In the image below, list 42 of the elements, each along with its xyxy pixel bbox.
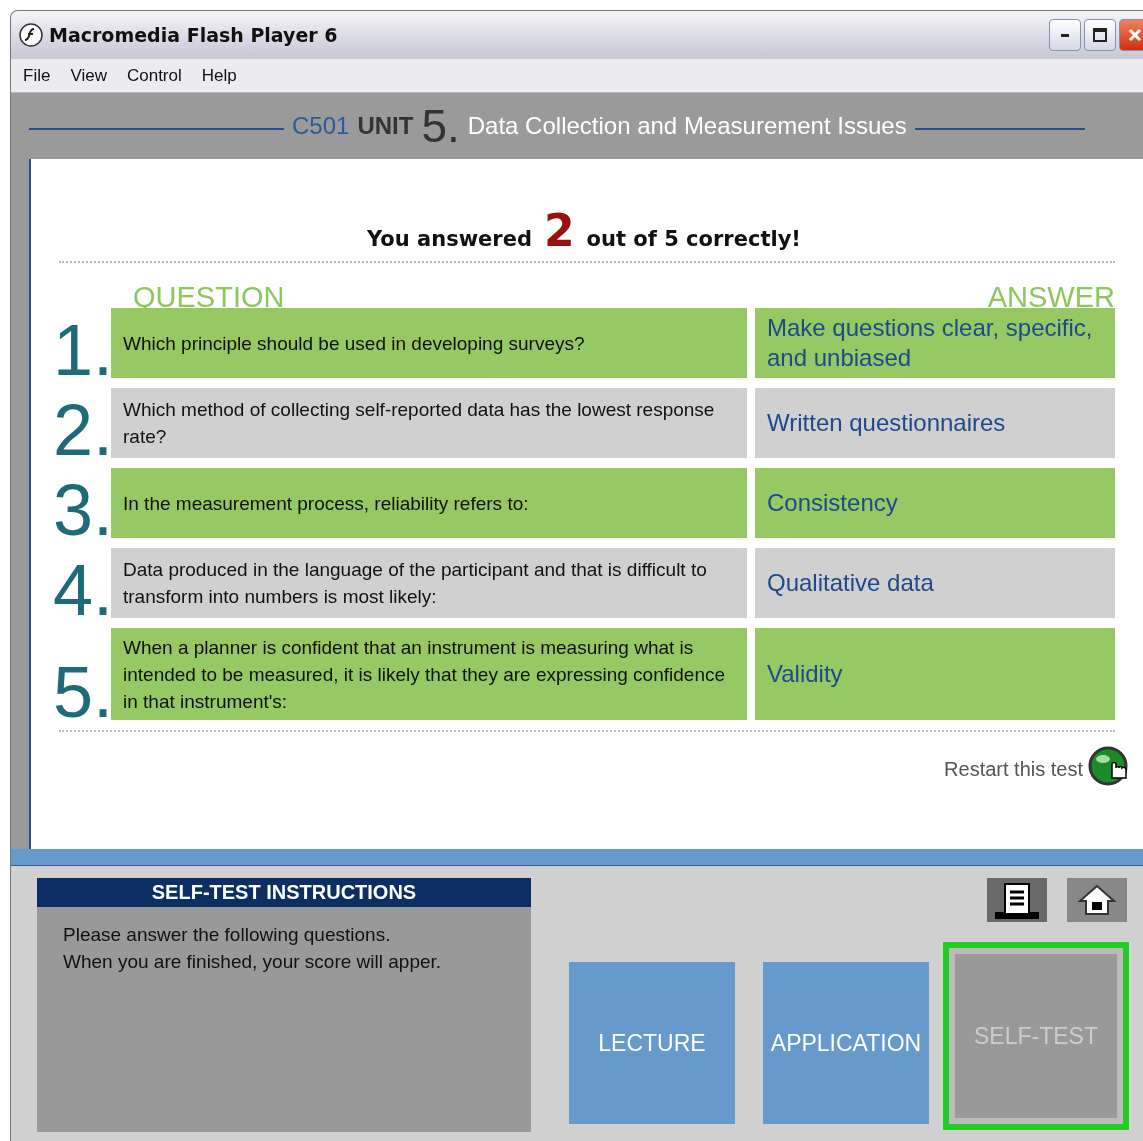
question-cell: When a planner is confident that an instrument is measuring what is intended to be measured, it is likely that they are expressing confidence in that instrument's: — [111, 628, 747, 720]
unit-title: Data Collection and Measurement Issues — [467, 112, 907, 140]
question-cell: Data produced in the language of the participant and that is difficult to transform into numbers is most likely: — [111, 548, 747, 618]
question-number: 2. — [53, 394, 111, 466]
flash-logo-icon — [19, 23, 43, 47]
score-text: out of 5 correctly! — [586, 227, 801, 251]
score-number: 2 — [543, 211, 575, 251]
answer-cell: Validity — [755, 628, 1115, 720]
answer-cell: Qualitative data — [755, 548, 1115, 618]
close-icon — [1128, 28, 1142, 42]
maximize-icon — [1093, 28, 1107, 42]
score-text: You answered — [367, 227, 532, 251]
home-icon — [1077, 883, 1117, 917]
question-cell: Which method of collecting self-reported data has the lowest response rate? — [111, 388, 747, 458]
menu-item[interactable]: Help — [201, 65, 237, 86]
document-icon — [993, 880, 1041, 920]
minimize-button[interactable] — [1049, 19, 1081, 51]
question-number: 3. — [53, 474, 111, 546]
instructions-title: SELF-TEST INSTRUCTIONS — [37, 878, 531, 907]
answer-cell: Consistency — [755, 468, 1115, 538]
menu-item[interactable]: Control — [126, 65, 182, 86]
home-button[interactable] — [1067, 878, 1127, 922]
instructions-text: Please answer the following questions. — [63, 923, 392, 947]
window-title: Macromedia Flash Player 6 — [49, 24, 338, 46]
menu-item[interactable]: View — [70, 65, 107, 86]
unit-label: UNIT — [357, 112, 414, 140]
question-number: 1. — [53, 314, 111, 386]
instructions-text: When you are finished, your score will apper. — [63, 950, 443, 974]
menu-item[interactable]: File — [23, 65, 51, 86]
question-number: 4. — [53, 554, 111, 626]
question-cell: In the measurement process, reliability refers to: — [111, 468, 747, 538]
answer-cell: Make questions clear, specific, and unbiased — [755, 308, 1115, 378]
course-code: C501 — [292, 112, 350, 140]
question-cell: Which principle should be used in developing surveys? — [111, 308, 747, 378]
answer-cell: Written questionnaires — [755, 388, 1115, 458]
question-number: 5. — [53, 656, 111, 728]
restart-link[interactable]: Restart this test — [944, 757, 1083, 781]
maximize-button[interactable] — [1084, 19, 1116, 51]
unit-number: 5. — [421, 103, 460, 149]
minimize-icon — [1061, 33, 1069, 37]
close-button[interactable] — [1119, 19, 1143, 51]
notes-button[interactable] — [987, 878, 1047, 922]
